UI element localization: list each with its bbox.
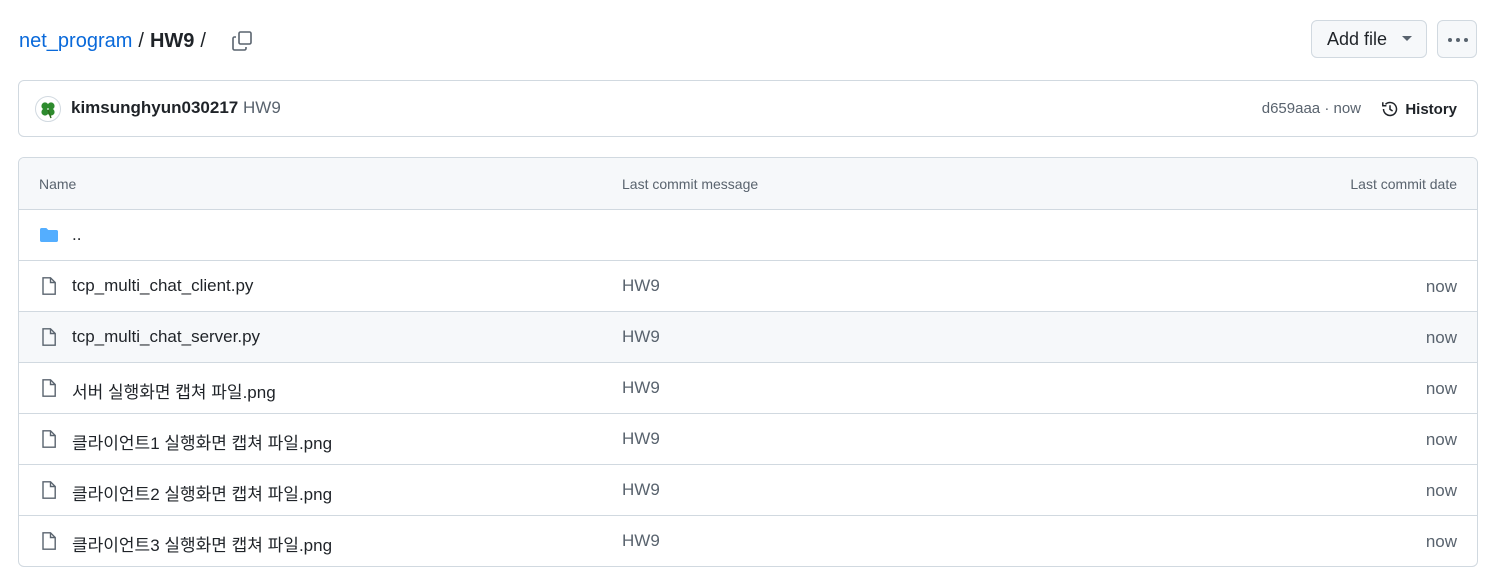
file-commit-message[interactable]: HW9 bbox=[622, 480, 660, 500]
file-commit-date: now bbox=[1425, 430, 1457, 449]
topbar: net_program / HW9/ Add file bbox=[19, 20, 1477, 62]
commit-sha-time[interactable]: d659aaa · now bbox=[1262, 100, 1361, 117]
kebab-icon bbox=[1448, 38, 1452, 42]
file-name-link[interactable]: 서버 실행화면 캡쳐 파일.png bbox=[72, 378, 276, 403]
header-last-commit-message: Last commit message bbox=[622, 176, 759, 192]
breadcrumb-current-folder: HW9 bbox=[149, 30, 195, 52]
header-name: Name bbox=[39, 176, 77, 192]
file-table: Name Last commit message Last commit dat… bbox=[18, 157, 1478, 567]
file-commit-message[interactable]: HW9 bbox=[622, 327, 660, 347]
kebab-icon-dot bbox=[1456, 38, 1460, 42]
file-name-link[interactable]: tcp_multi_chat_client.py bbox=[72, 276, 253, 296]
file-icon bbox=[42, 481, 56, 499]
breadcrumb-trailing-separator: / bbox=[200, 30, 206, 52]
breadcrumb-repo-link[interactable]: net_program bbox=[19, 30, 132, 52]
file-commit-date: now bbox=[1425, 532, 1457, 551]
table-row[interactable]: 클라이언트1 실행화면 캡쳐 파일.png HW9 now bbox=[19, 414, 1477, 465]
file-commit-message[interactable]: HW9 bbox=[622, 429, 660, 449]
file-commit-date: now bbox=[1425, 379, 1457, 398]
file-commit-message[interactable]: HW9 bbox=[622, 276, 660, 296]
commit-message[interactable]: HW9 bbox=[243, 98, 281, 118]
table-row[interactable]: 클라이언트3 실행화면 캡쳐 파일.png HW9 now bbox=[19, 516, 1477, 566]
file-name-link[interactable]: tcp_multi_chat_server.py bbox=[72, 327, 260, 347]
breadcrumb-separator: / bbox=[138, 30, 144, 52]
breadcrumb: net_program / HW9/ bbox=[19, 28, 212, 54]
file-icon bbox=[42, 277, 56, 295]
latest-commit-box: kimsunghyun030217 HW9 d659aaa · now Hist… bbox=[18, 80, 1478, 137]
avatar[interactable] bbox=[35, 96, 61, 122]
table-row[interactable]: tcp_multi_chat_server.py HW9 now bbox=[19, 312, 1477, 363]
file-name-link[interactable]: 클라이언트1 실행화면 캡쳐 파일.png bbox=[72, 429, 332, 454]
file-commit-date: now bbox=[1425, 277, 1457, 296]
more-options-button[interactable] bbox=[1437, 20, 1477, 58]
table-header: Name Last commit message Last commit dat… bbox=[19, 158, 1477, 210]
table-row[interactable]: tcp_multi_chat_client.py HW9 now bbox=[19, 261, 1477, 312]
file-icon bbox=[42, 328, 56, 346]
file-name-link[interactable]: 클라이언트2 실행화면 캡쳐 파일.png bbox=[72, 480, 332, 505]
file-commit-date: now bbox=[1425, 328, 1457, 347]
file-commit-message[interactable]: HW9 bbox=[622, 378, 660, 398]
file-icon bbox=[42, 379, 56, 397]
copy-path-button[interactable] bbox=[230, 29, 254, 53]
file-icon bbox=[42, 532, 56, 550]
caret-down-icon bbox=[1402, 36, 1412, 41]
add-file-button[interactable]: Add file bbox=[1311, 20, 1427, 58]
add-file-label: Add file bbox=[1327, 28, 1388, 49]
kebab-icon-dot bbox=[1464, 38, 1468, 42]
parent-directory-link[interactable]: .. bbox=[72, 225, 81, 245]
clover-avatar bbox=[41, 102, 55, 119]
table-row[interactable]: 클라이언트2 실행화면 캡쳐 파일.png HW9 now bbox=[19, 465, 1477, 516]
file-icon bbox=[42, 430, 56, 448]
history-button[interactable]: History bbox=[1380, 97, 1457, 121]
copy-icon bbox=[232, 31, 252, 51]
file-commit-date: now bbox=[1425, 481, 1457, 500]
file-commit-message[interactable]: HW9 bbox=[622, 531, 660, 551]
header-last-commit-date: Last commit date bbox=[1350, 176, 1457, 192]
history-icon bbox=[1382, 101, 1398, 117]
history-label: History bbox=[1405, 100, 1457, 118]
table-row[interactable]: 서버 실행화면 캡쳐 파일.png HW9 now bbox=[19, 363, 1477, 414]
folder-icon bbox=[40, 228, 58, 242]
file-name-link[interactable]: 클라이언트3 실행화면 캡쳐 파일.png bbox=[72, 531, 332, 556]
parent-directory-row[interactable]: .. bbox=[19, 210, 1477, 261]
commit-author[interactable]: kimsunghyun030217 bbox=[71, 98, 238, 118]
